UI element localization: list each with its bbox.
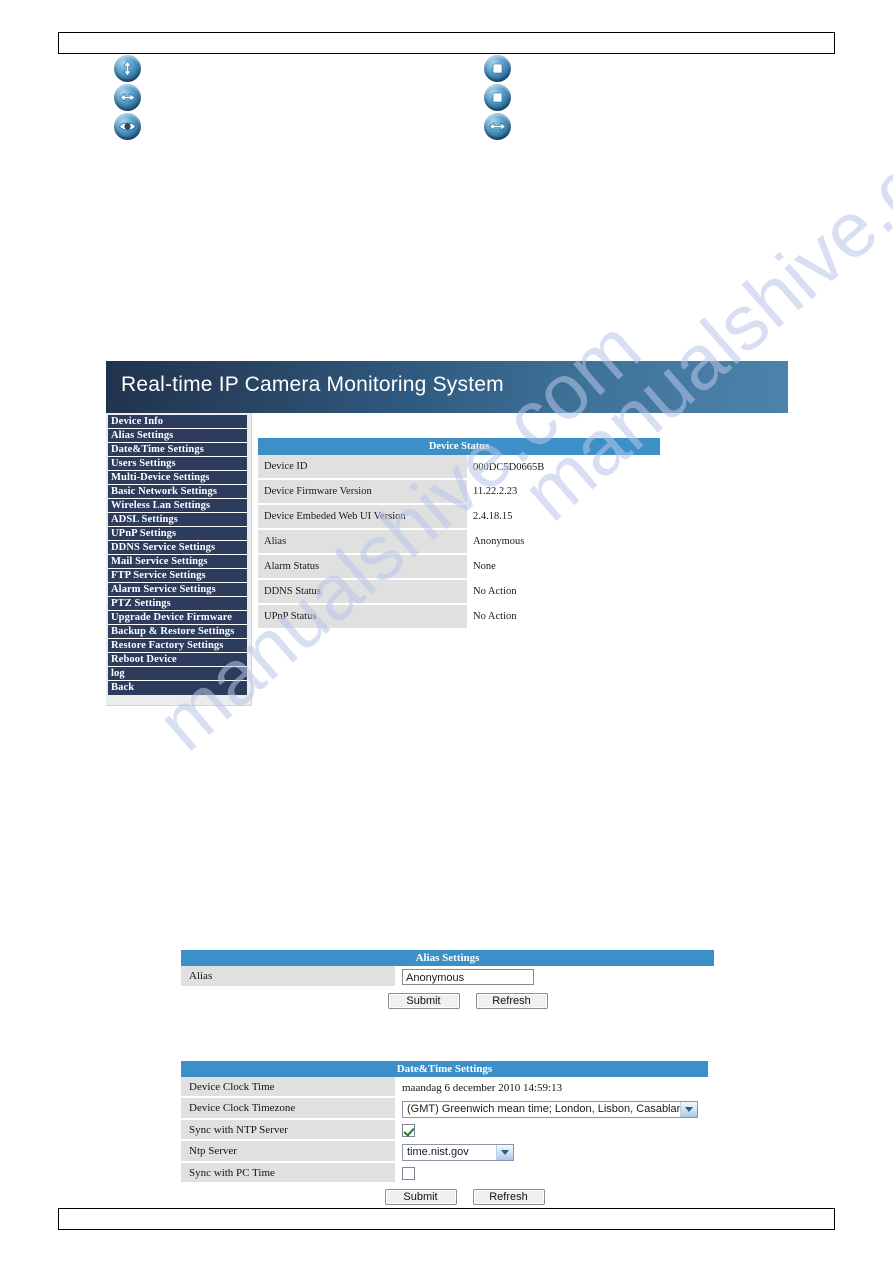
timezone-selected-value: (GMT) Greenwich mean time; London, Lisbo… [407, 1102, 683, 1115]
table-row: Alarm Status None [258, 554, 660, 580]
alias-input[interactable]: Anonymous [402, 969, 534, 985]
device-clock-timezone-row: Device Clock Timezone (GMT) Greenwich me… [181, 1098, 708, 1120]
sidebar-item-mail-service-settings[interactable]: Mail Service Settings [108, 555, 247, 569]
sidebar-item-ftp-service-settings[interactable]: FTP Service Settings [108, 569, 247, 583]
sidebar-item-ptz-settings[interactable]: PTZ Settings [108, 597, 247, 611]
row-label: Device Firmware Version [258, 479, 468, 505]
row-value: 000DC5D0665B [467, 455, 660, 479]
vertical-arrow-icon[interactable] [113, 54, 142, 83]
stop-square-icon[interactable] [483, 83, 512, 112]
device-clock-time-value: maandag 6 december 2010 14:59:13 [395, 1077, 708, 1098]
sidebar-item-device-info[interactable]: Device Info [108, 415, 247, 429]
toolbar-icons-left [113, 54, 142, 141]
alias-value-cell: Anonymous [395, 966, 714, 988]
alias-settings-panel: Alias Settings Alias Anonymous Submit Re… [181, 950, 714, 1013]
ntp-server-selected-value: time.nist.gov [407, 1145, 469, 1158]
sidebar-item-adsl-settings[interactable]: ADSL Settings [108, 513, 247, 527]
row-value: No Action [467, 579, 660, 604]
sync-pc-row: Sync with PC Time [181, 1163, 708, 1184]
refresh-button[interactable]: Refresh [472, 1189, 545, 1205]
device-status-header: Device Status [258, 438, 660, 455]
sidebar-item-alarm-service-settings[interactable]: Alarm Service Settings [108, 583, 247, 597]
page-footer-box [58, 1208, 835, 1230]
horizontal-arrow-icon[interactable] [113, 83, 142, 112]
stop-square-icon[interactable] [483, 54, 512, 83]
sidebar-item-users-settings[interactable]: Users Settings [108, 457, 247, 471]
device-clock-time-label: Device Clock Time [181, 1077, 395, 1098]
device-status-table: Device Status Device ID 000DC5D0665B Dev… [258, 438, 660, 630]
sync-ntp-label: Sync with NTP Server [181, 1120, 395, 1141]
chevron-down-icon [496, 1144, 513, 1160]
device-status-title: Device Status [258, 438, 660, 455]
ntp-server-value: time.nist.gov [395, 1141, 708, 1163]
ntp-server-select[interactable]: time.nist.gov [402, 1143, 514, 1161]
timezone-select[interactable]: (GMT) Greenwich mean time; London, Lisbo… [402, 1100, 698, 1118]
chevron-down-icon [680, 1101, 697, 1117]
sync-ntp-value [395, 1120, 708, 1141]
row-value: 11.22.2.23 [467, 479, 660, 504]
sidebar-item-log[interactable]: log [108, 667, 247, 681]
table-row: UPnP Status No Action [258, 604, 660, 630]
sidebar-item-alias-settings[interactable]: Alias Settings [108, 429, 247, 443]
row-value: 2.4.18.15 [467, 504, 660, 529]
toolbar-icons-right [483, 54, 512, 141]
alias-row: Alias Anonymous [181, 966, 714, 988]
row-value: No Action [467, 604, 660, 629]
datetime-settings-title: Date&Time Settings [181, 1061, 708, 1077]
device-clock-time-row: Device Clock Time maandag 6 december 201… [181, 1077, 708, 1098]
eye-icon[interactable] [113, 112, 142, 141]
horizontal-arrow-icon[interactable] [483, 112, 512, 141]
table-row: Device Firmware Version 11.22.2.23 [258, 479, 660, 505]
ntp-server-row: Ntp Server time.nist.gov [181, 1141, 708, 1163]
refresh-button[interactable]: Refresh [475, 993, 548, 1009]
submit-button[interactable]: Submit [384, 1189, 457, 1205]
sidebar-item-upnp-settings[interactable]: UPnP Settings [108, 527, 247, 541]
sidebar-item-multi-device-settings[interactable]: Multi-Device Settings [108, 471, 247, 485]
sync-pc-label: Sync with PC Time [181, 1163, 395, 1184]
device-status-panel: Device Status Device ID 000DC5D0665B Dev… [258, 438, 660, 630]
alias-button-row: Submit Refresh [181, 988, 714, 1013]
sidebar-item-wireless-lan-settings[interactable]: Wireless Lan Settings [108, 499, 247, 513]
row-value: Anonymous [467, 529, 660, 554]
page-title: Real-time IP Camera Monitoring System [121, 373, 504, 396]
row-label: Alarm Status [258, 554, 468, 580]
row-label: DDNS Status [258, 579, 468, 605]
device-clock-timezone-label: Device Clock Timezone [181, 1098, 395, 1120]
sidebar: Device Info Alias Settings Date&Time Set… [106, 413, 252, 706]
sync-pc-checkbox[interactable] [402, 1167, 415, 1180]
ntp-server-label: Ntp Server [181, 1141, 395, 1163]
alias-label: Alias [181, 966, 395, 988]
device-clock-timezone-value: (GMT) Greenwich mean time; London, Lisbo… [395, 1098, 708, 1120]
table-row: Device ID 000DC5D0665B [258, 455, 660, 480]
datetime-button-row: Submit Refresh [181, 1184, 708, 1209]
sync-ntp-row: Sync with NTP Server [181, 1120, 708, 1141]
sidebar-item-upgrade-firmware[interactable]: Upgrade Device Firmware [108, 611, 247, 625]
sidebar-item-basic-network-settings[interactable]: Basic Network Settings [108, 485, 247, 499]
row-label: Device Embeded Web UI Version [258, 504, 468, 530]
row-value: None [467, 554, 660, 579]
sync-pc-value [395, 1163, 708, 1184]
page-header-box [58, 32, 835, 54]
row-label: Alias [258, 529, 468, 555]
sidebar-item-backup-restore[interactable]: Backup & Restore Settings [108, 625, 247, 639]
row-label: Device ID [258, 455, 468, 480]
sync-ntp-checkbox[interactable] [402, 1124, 415, 1137]
sidebar-item-datetime-settings[interactable]: Date&Time Settings [108, 443, 247, 457]
sidebar-item-restore-factory[interactable]: Restore Factory Settings [108, 639, 247, 653]
sidebar-item-back[interactable]: Back [108, 681, 247, 695]
table-row: DDNS Status No Action [258, 579, 660, 605]
sidebar-item-reboot-device[interactable]: Reboot Device [108, 653, 247, 667]
table-row: Alias Anonymous [258, 529, 660, 555]
webui-body: Device Info Alias Settings Date&Time Set… [106, 413, 788, 823]
datetime-settings-panel: Date&Time Settings Device Clock Time maa… [181, 1061, 708, 1209]
camera-web-ui: Real-time IP Camera Monitoring System De… [106, 361, 788, 823]
submit-button[interactable]: Submit [387, 993, 460, 1009]
row-label: UPnP Status [258, 604, 468, 630]
sidebar-item-ddns-service-settings[interactable]: DDNS Service Settings [108, 541, 247, 555]
alias-settings-title: Alias Settings [181, 950, 714, 966]
table-row: Device Embeded Web UI Version 2.4.18.15 [258, 504, 660, 530]
webui-banner: Real-time IP Camera Monitoring System [106, 361, 788, 413]
